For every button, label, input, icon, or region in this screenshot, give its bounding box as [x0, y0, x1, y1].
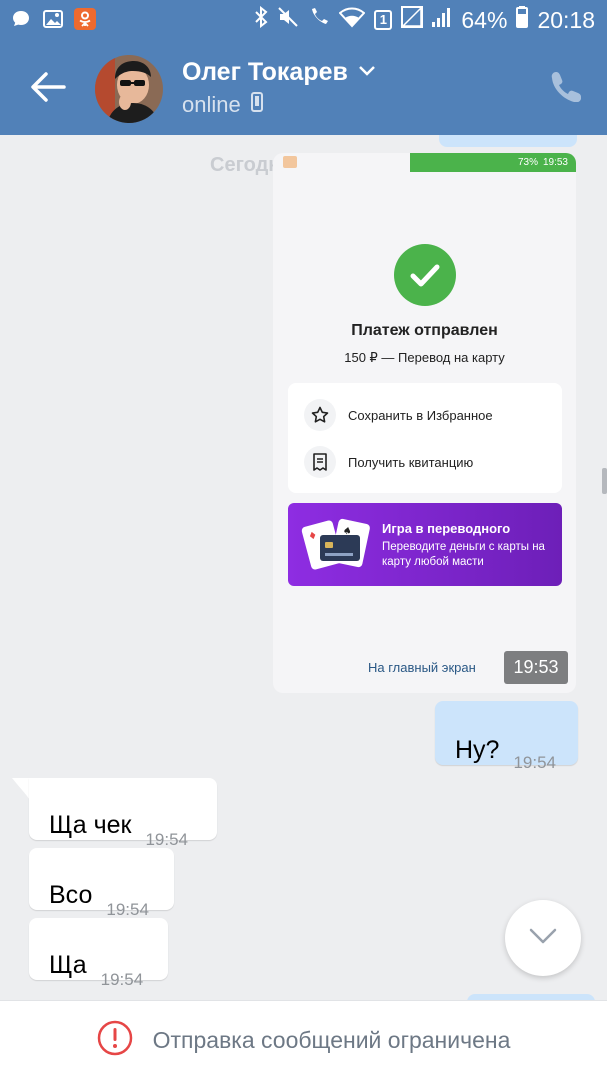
- screenshot-notification-icon: [283, 156, 297, 168]
- mobile-icon: [250, 92, 263, 118]
- mute-icon: [277, 6, 299, 34]
- restriction-notice: Отправка сообщений ограничена: [152, 1027, 511, 1053]
- message-time: 19:54: [106, 900, 149, 919]
- payment-subtitle: 150 ₽ — Перевод на карту: [344, 350, 505, 365]
- outgoing-message[interactable]: Ну? 19:54: [435, 701, 578, 772]
- previous-message-edge: [439, 135, 577, 147]
- notification-icons: [10, 8, 96, 30]
- get-receipt-action[interactable]: Получить квитанцию: [304, 446, 473, 478]
- home-screen-link[interactable]: На главный экран: [368, 660, 476, 675]
- alert-icon: [97, 1020, 133, 1061]
- save-favorite-label: Сохранить в Избранное: [348, 407, 493, 423]
- system-status: 1 64% 20:18: [254, 5, 595, 34]
- clock: 20:18: [537, 6, 595, 33]
- gallery-icon: [42, 8, 64, 30]
- ok-app-icon: [74, 8, 96, 30]
- message-icon: [10, 8, 32, 30]
- chevron-down-icon: [358, 64, 376, 82]
- save-favorite-action[interactable]: Сохранить в Избранное: [304, 399, 493, 431]
- scroll-down-button[interactable]: [505, 900, 581, 976]
- message-time: 19:54: [513, 753, 557, 772]
- back-arrow-icon[interactable]: [28, 70, 66, 104]
- phone-call-icon[interactable]: [551, 70, 581, 103]
- promo-text: Переводите деньги с карты на карту любой…: [382, 541, 545, 568]
- messaging-restricted-footer: Отправка сообщений ограничена: [0, 1000, 607, 1080]
- sim-badge: 1: [374, 10, 393, 30]
- online-status-text: online: [182, 92, 241, 117]
- signal-icon: [401, 6, 424, 34]
- contact-name-row[interactable]: Олег Токарев: [182, 58, 376, 87]
- chevron-down-icon: [529, 928, 557, 949]
- chat-header: Олег Токарев online: [0, 40, 607, 135]
- message-text: Всо: [49, 881, 93, 909]
- wifi-icon: [338, 6, 366, 34]
- message-text: Ща чек: [49, 811, 132, 839]
- message-time: 19:54: [100, 970, 144, 989]
- payment-title: Платеж отправлен: [351, 322, 498, 339]
- incoming-message[interactable]: Всо 19:54: [29, 848, 174, 919]
- avatar[interactable]: [95, 55, 163, 123]
- attachment-time: 19:53: [504, 651, 568, 684]
- contact-status: online: [182, 92, 263, 118]
- message-text: Ща: [49, 951, 87, 979]
- playing-cards-icon: ♦ ♠: [300, 515, 374, 575]
- screenshot-attachment[interactable]: 73% 19:53 Платеж отправлен 150 ₽ — Перев…: [273, 153, 576, 693]
- signal-bars-icon: [432, 6, 452, 34]
- screenshot-statusbar: 73% 19:53: [410, 153, 576, 172]
- promo-banner[interactable]: ♦ ♠ Игра в переводного Переводите деньги…: [288, 503, 562, 586]
- message-time: 19:54: [145, 830, 188, 849]
- incoming-message[interactable]: Ща чек 19:54: [29, 778, 217, 849]
- battery-percent: 64%: [461, 6, 508, 33]
- promo-title: Игра в переводного: [382, 521, 511, 536]
- get-receipt-label: Получить квитанцию: [348, 454, 474, 470]
- success-check-icon: [394, 244, 456, 306]
- incoming-message[interactable]: Ща 19:54: [29, 918, 168, 989]
- status-bar: 1 64% 20:18: [0, 0, 607, 40]
- receipt-icon: [304, 446, 336, 478]
- contact-name: Олег Токарев: [182, 58, 348, 86]
- screenshot-statusbar-time: 19:53: [542, 157, 568, 168]
- scrollbar[interactable]: [602, 468, 607, 494]
- star-icon: [304, 399, 336, 431]
- bluetooth-icon: [254, 5, 268, 34]
- message-text: Ну?: [455, 736, 500, 764]
- battery-icon: [516, 6, 529, 34]
- wifi-call-icon: [308, 6, 330, 34]
- screenshot-battery-text: 73%: [517, 157, 538, 168]
- payment-actions-card: Сохранить в Избранное Получить квитанцию: [288, 383, 562, 493]
